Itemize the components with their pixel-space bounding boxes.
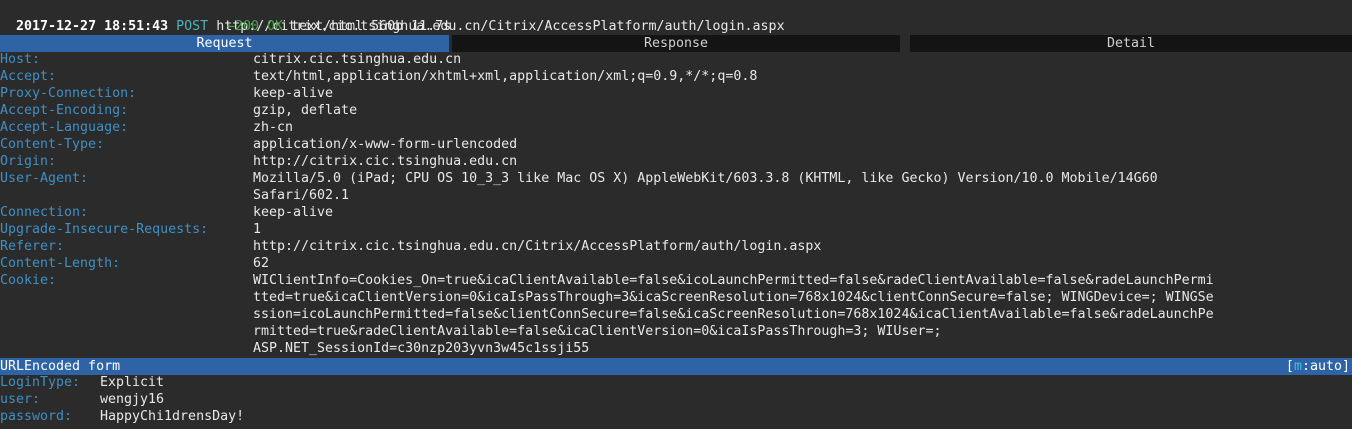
header-key: Accept-Encoding: (0, 103, 129, 118)
header-key: Upgrade-Insecure-Requests: (0, 222, 209, 237)
form-mode-toggle[interactable]: [m:auto] (1286, 358, 1350, 375)
header-key: Content-Type: (0, 137, 105, 152)
flow-timestamp: 2017-12-27 18:51:43 (16, 19, 169, 34)
flow-method: POST (176, 19, 209, 34)
header-value: keep-alive (253, 86, 334, 101)
header-value: http://citrix.cic.tsinghua.edu.cn/Citrix… (253, 239, 822, 254)
form-field-value: HappyChi1drensDay! (100, 409, 245, 424)
header-key: Origin: (0, 154, 57, 169)
response-summary: text/html 560b 11.7s (291, 19, 452, 34)
form-field-key: LoginType: (0, 375, 81, 390)
form-section-title: URLEncoded form (0, 359, 121, 374)
header-key: Content-Length: (0, 256, 121, 271)
tab-request[interactable]: Request (0, 35, 449, 52)
form-field-value: wengjy16 (100, 392, 165, 407)
header-key: Accept-Language: (0, 120, 129, 135)
header-value: citrix.cic.tsinghua.edu.cn (253, 52, 462, 67)
header-value: text/html,application/xhtml+xml,applicat… (253, 69, 758, 84)
header-value-continued: rmitted=true&radeClientAvailable=false&i… (253, 324, 942, 339)
header-value: keep-alive (253, 205, 334, 220)
form-mode-key: m (1293, 359, 1302, 374)
header-value: http://citrix.cic.tsinghua.edu.cn (253, 154, 518, 169)
header-value-continued: ssion=icoLaunchPermitted=false&clientCon… (253, 307, 1214, 322)
header-value: 1 (253, 222, 262, 237)
header-key: Proxy-Connection: (0, 86, 137, 101)
form-field-key: user: (0, 392, 41, 407)
tab-response[interactable]: Response (452, 35, 900, 52)
detail-tabs: Request Response Detail (0, 35, 1352, 52)
form-field-key: password: (0, 409, 73, 424)
header-key: User-Agent: (0, 171, 89, 186)
flow-summary-line[interactable]: 2017-12-27 18:51:43 POST http://citrix.c… (0, 1, 785, 34)
response-arrow-icon: ← (227, 19, 236, 34)
header-value: zh-cn (253, 120, 294, 135)
form-section-bar: URLEncoded form [m:auto] (0, 358, 1352, 375)
header-value-continued: ASP.NET_SessionId=c30nzp203yvn3w45c1ssji… (253, 341, 590, 356)
header-key: Referer: (0, 239, 65, 254)
header-value-continued: Safari/602.1 (253, 188, 350, 203)
header-value-continued: tted=true&icaClientVersion=0&icaIsPassTh… (253, 290, 1214, 305)
header-value: Mozilla/5.0 (iPad; CPU OS 10_3_3 like Ma… (253, 171, 1158, 186)
response-status: 200 OK (235, 19, 284, 34)
header-value: 62 (253, 256, 270, 271)
form-mode-value: :auto] (1301, 359, 1350, 374)
flow-response-line: ←200 OK text/html 560b 11.7s (227, 18, 451, 35)
header-key: Accept: (0, 69, 57, 84)
header-key: Host: (0, 52, 41, 67)
form-mode-open: [ (1285, 359, 1294, 374)
header-value: application/x-www-form-urlencoded (253, 137, 518, 152)
form-field-value: Explicit (100, 375, 165, 390)
tab-detail[interactable]: Detail (910, 35, 1352, 52)
header-value: WIClientInfo=Cookies_On=true&icaClientAv… (253, 273, 1214, 288)
header-key: Connection: (0, 205, 89, 220)
header-value: gzip, deflate (253, 103, 358, 118)
header-key: Cookie: (0, 273, 57, 288)
